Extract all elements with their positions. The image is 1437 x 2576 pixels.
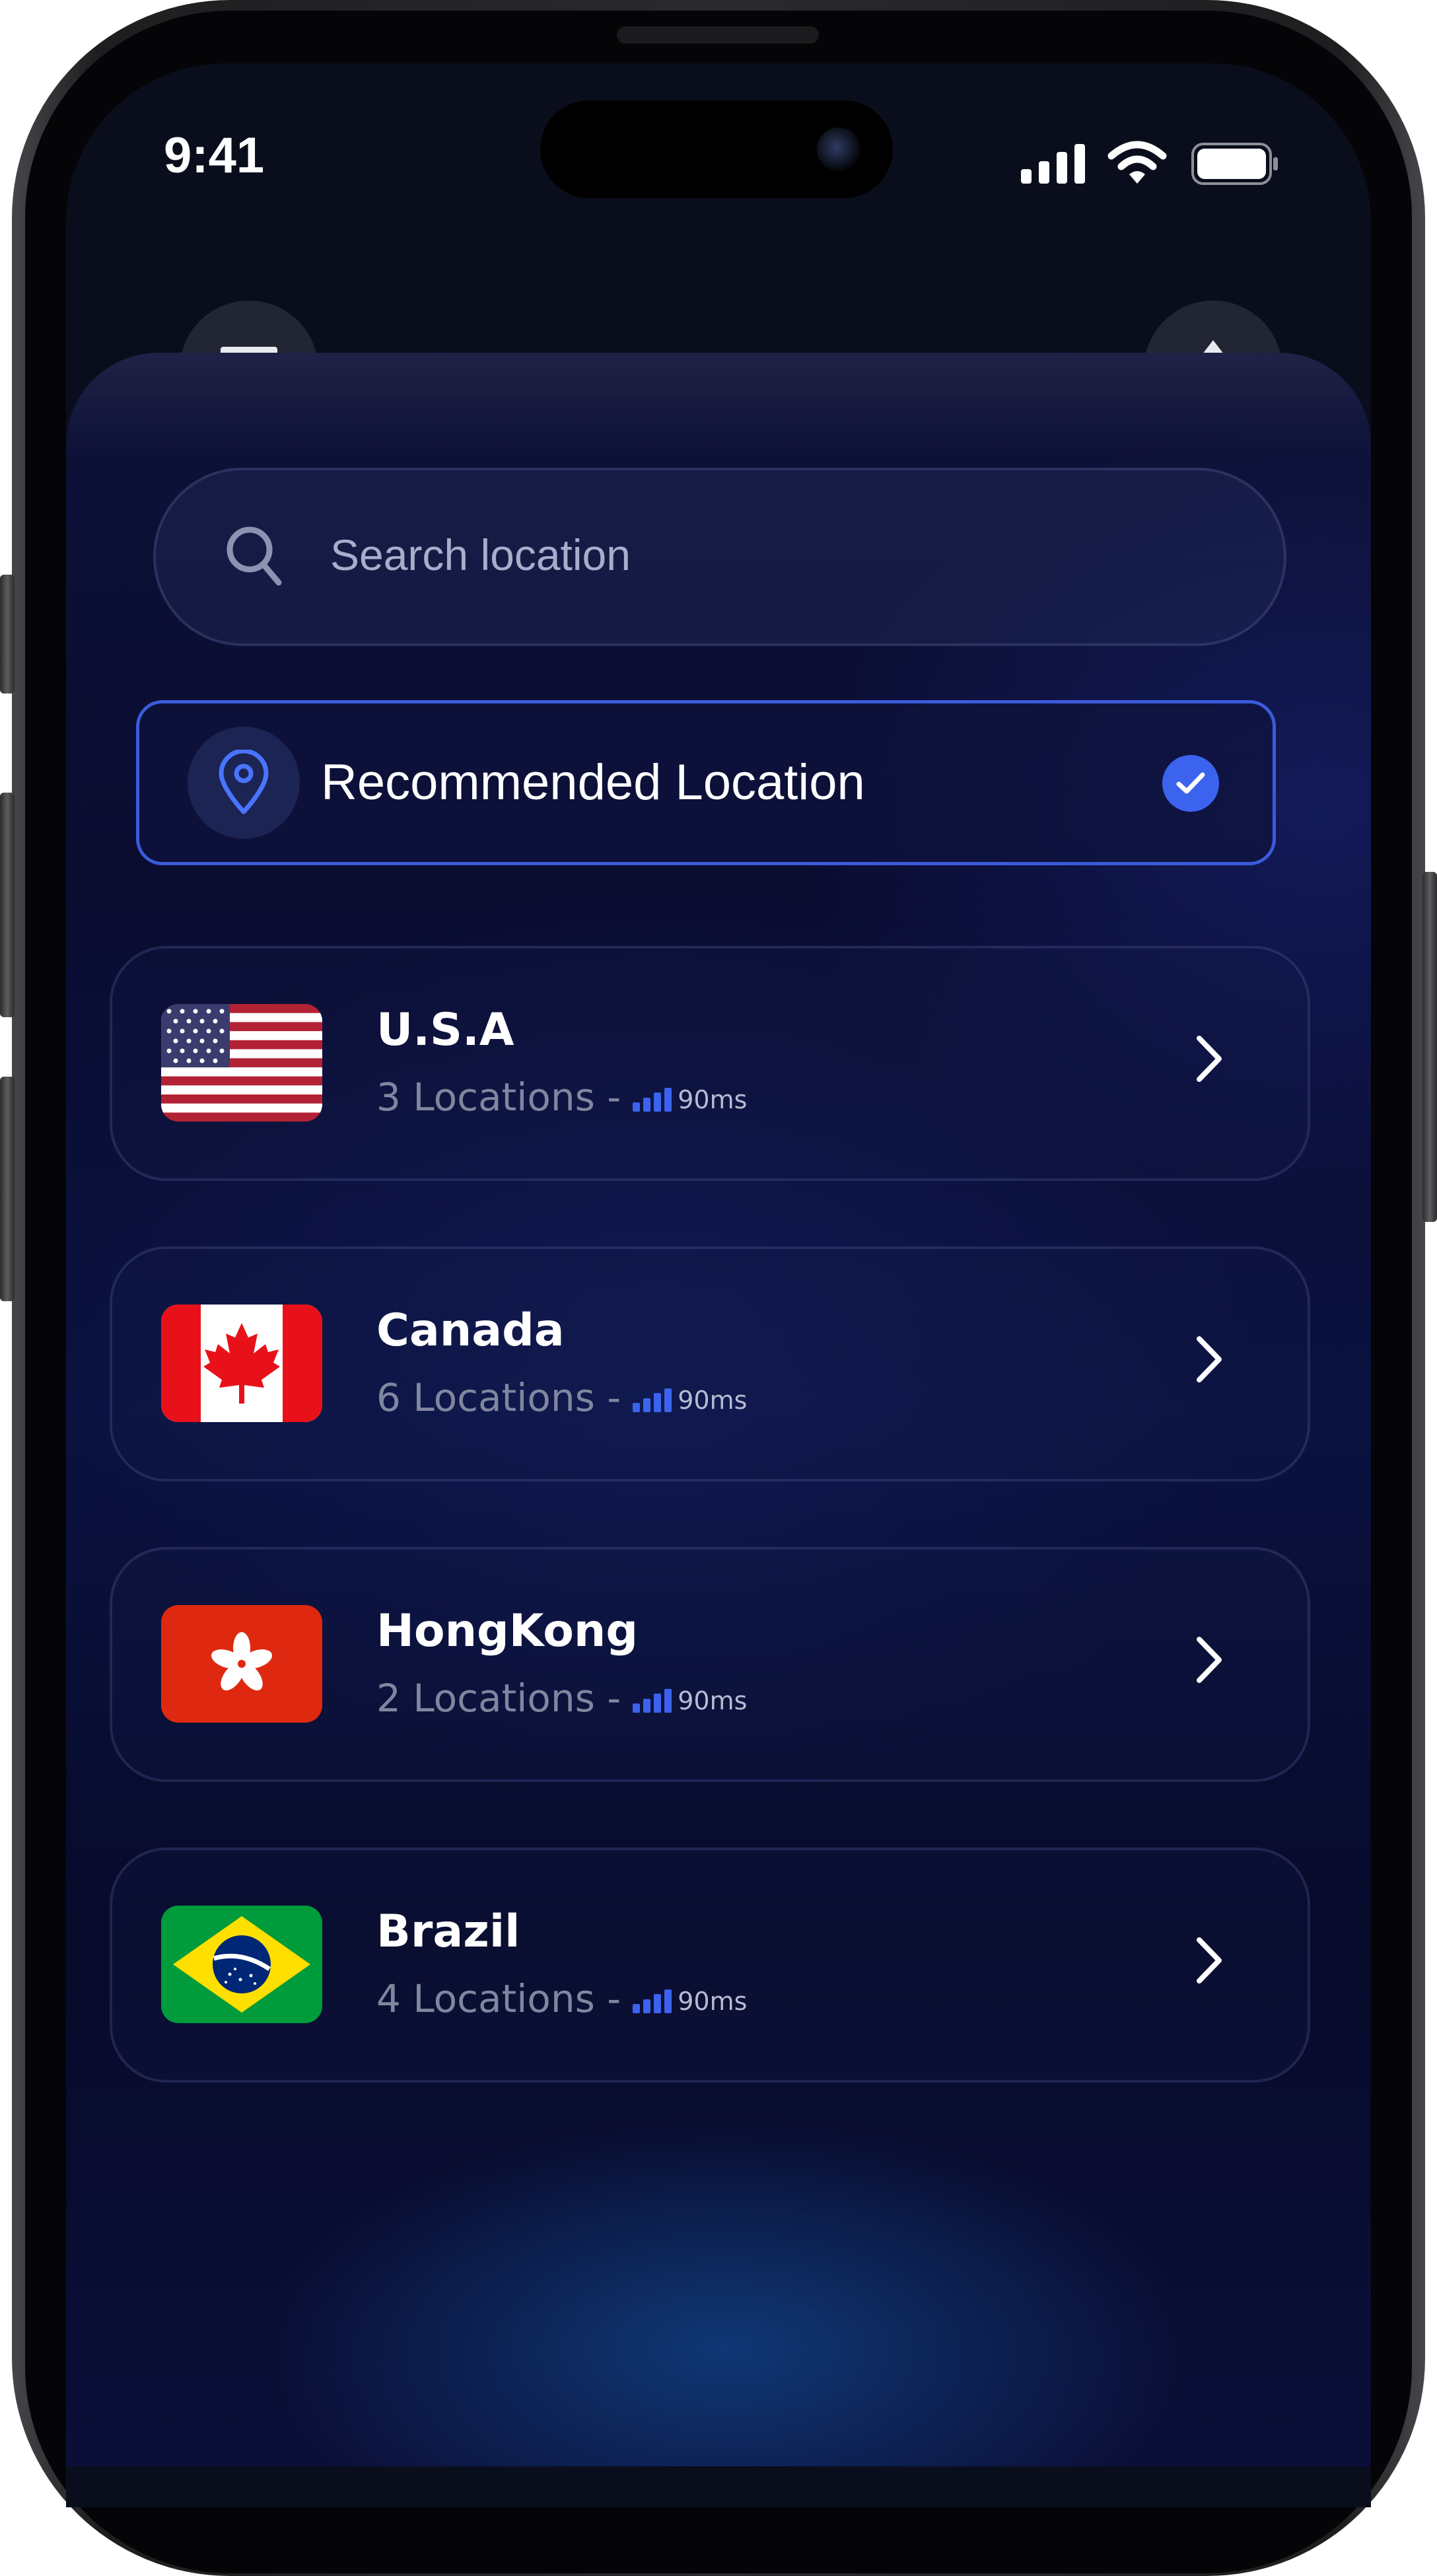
chevron-right-icon: [1197, 1937, 1222, 1984]
camera-lens: [817, 127, 860, 171]
earpiece-speaker: [617, 26, 819, 44]
signal-strength-icon: [633, 1989, 672, 2013]
location-count: 3 Locations -: [376, 1075, 621, 1120]
signal-strength-icon: [633, 1388, 672, 1412]
chevron-right-icon: [1197, 1637, 1222, 1683]
location-pin-badge: [188, 727, 300, 839]
volume-down-button: [0, 1077, 15, 1301]
volume-up-button: [0, 793, 15, 1017]
ping-value: 90ms: [678, 1986, 748, 2016]
action-button: [0, 575, 15, 694]
search-input[interactable]: [330, 522, 1189, 588]
canada-flag-icon: [161, 1305, 322, 1422]
battery-icon: [1191, 143, 1278, 185]
hongkong-flag-icon: [161, 1605, 322, 1723]
status-time: 9:41: [164, 127, 265, 184]
ping-value: 90ms: [678, 1085, 748, 1114]
search-icon: [227, 526, 282, 586]
chevron-right-icon: [1197, 1336, 1222, 1382]
recommended-location-label: Recommended Location: [321, 754, 865, 810]
country-name: Canada: [376, 1305, 565, 1357]
power-button: [1422, 872, 1437, 1222]
ping-value: 90ms: [678, 1385, 748, 1415]
chevron-right-icon: [1197, 1036, 1222, 1082]
location-count: 6 Locations -: [376, 1375, 621, 1420]
country-name: HongKong: [376, 1605, 639, 1657]
us-flag-icon: [161, 1004, 322, 1122]
signal-strength-icon: [633, 1688, 672, 1713]
country-name: U.S.A: [376, 1004, 514, 1056]
location-meta: 2 Locations - 90ms: [376, 1675, 747, 1724]
location-meta: 4 Locations - 90ms: [376, 1976, 747, 2024]
cellular-signal-icon: [1021, 144, 1085, 184]
location-count: 2 Locations -: [376, 1676, 621, 1721]
country-name: Brazil: [376, 1906, 520, 1958]
wifi-icon: [1107, 141, 1167, 184]
signal-strength-icon: [633, 1087, 672, 1112]
ping-value: 90ms: [678, 1686, 748, 1715]
location-meta: 6 Locations - 90ms: [376, 1375, 747, 1423]
brazil-flag-icon: [161, 1906, 322, 2023]
selected-check-icon: [1162, 755, 1219, 812]
location-meta: 3 Locations - 90ms: [376, 1074, 747, 1123]
location-count: 4 Locations -: [376, 1976, 621, 2021]
location-pin-icon: [219, 750, 269, 814]
sheet-highlight: [66, 353, 1371, 458]
